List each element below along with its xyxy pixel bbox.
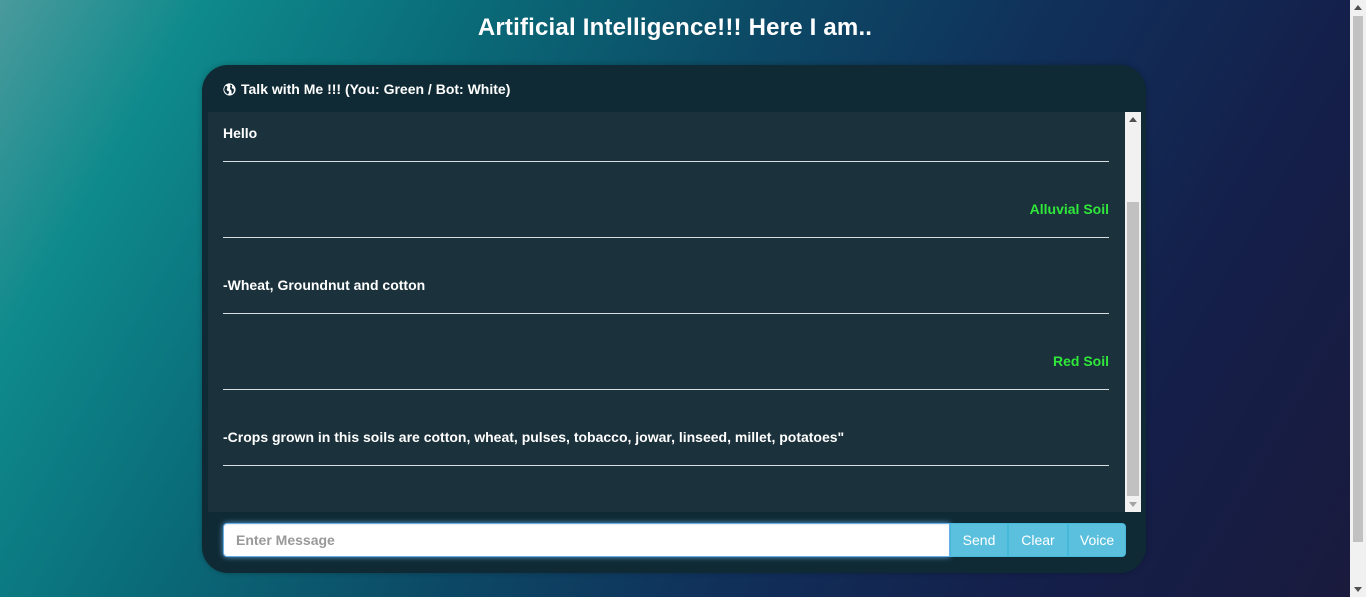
page-scrollbar[interactable] bbox=[1350, 0, 1366, 597]
message-input-group: Send Clear Voice bbox=[223, 523, 1126, 557]
message-text: Red Soil bbox=[1052, 353, 1109, 369]
message-text: -Wheat, Groundnut and cotton bbox=[223, 277, 426, 293]
chat-panel: Talk with Me !!! (You: Green / Bot: Whit… bbox=[202, 65, 1146, 573]
page-title: Artificial Intelligence!!! Here I am.. bbox=[477, 14, 873, 41]
send-button[interactable]: Send bbox=[950, 523, 1008, 557]
message-input[interactable] bbox=[223, 523, 950, 557]
scrollbar-thumb[interactable] bbox=[1127, 202, 1139, 496]
messages-scrollbar[interactable] bbox=[1125, 112, 1141, 512]
message-text: Hello bbox=[223, 125, 258, 141]
scroll-up-arrow-icon[interactable] bbox=[1129, 117, 1137, 122]
voice-button[interactable]: Voice bbox=[1068, 523, 1126, 557]
chat-header-title: Talk with Me !!! (You: Green / Bot: Whit… bbox=[241, 81, 511, 97]
chat-message-user: Alluvial Soil bbox=[223, 188, 1109, 238]
chat-message-bot: -Crops grown in this soils are cotton, w… bbox=[223, 416, 1109, 466]
clear-button[interactable]: Clear bbox=[1008, 523, 1068, 557]
message-list[interactable]: Hello Alluvial Soil -Wheat, Groundnut an… bbox=[208, 112, 1125, 512]
globe-icon bbox=[223, 82, 236, 96]
message-text: Alluvial Soil bbox=[1029, 201, 1109, 217]
chat-message-user: Red Soil bbox=[223, 340, 1109, 390]
scroll-down-arrow-icon[interactable] bbox=[1129, 502, 1137, 507]
chat-header: Talk with Me !!! (You: Green / Bot: Whit… bbox=[223, 81, 510, 97]
chat-message-bot: -Wheat, Groundnut and cotton bbox=[223, 264, 1109, 314]
page-scrollbar-thumb[interactable] bbox=[1353, 16, 1363, 542]
page-scroll-up-arrow-icon[interactable] bbox=[1354, 5, 1362, 10]
page-scroll-down-arrow-icon[interactable] bbox=[1354, 587, 1362, 592]
message-text: -Crops grown in this soils are cotton, w… bbox=[223, 429, 845, 445]
chat-message-bot: Hello bbox=[223, 112, 1109, 162]
